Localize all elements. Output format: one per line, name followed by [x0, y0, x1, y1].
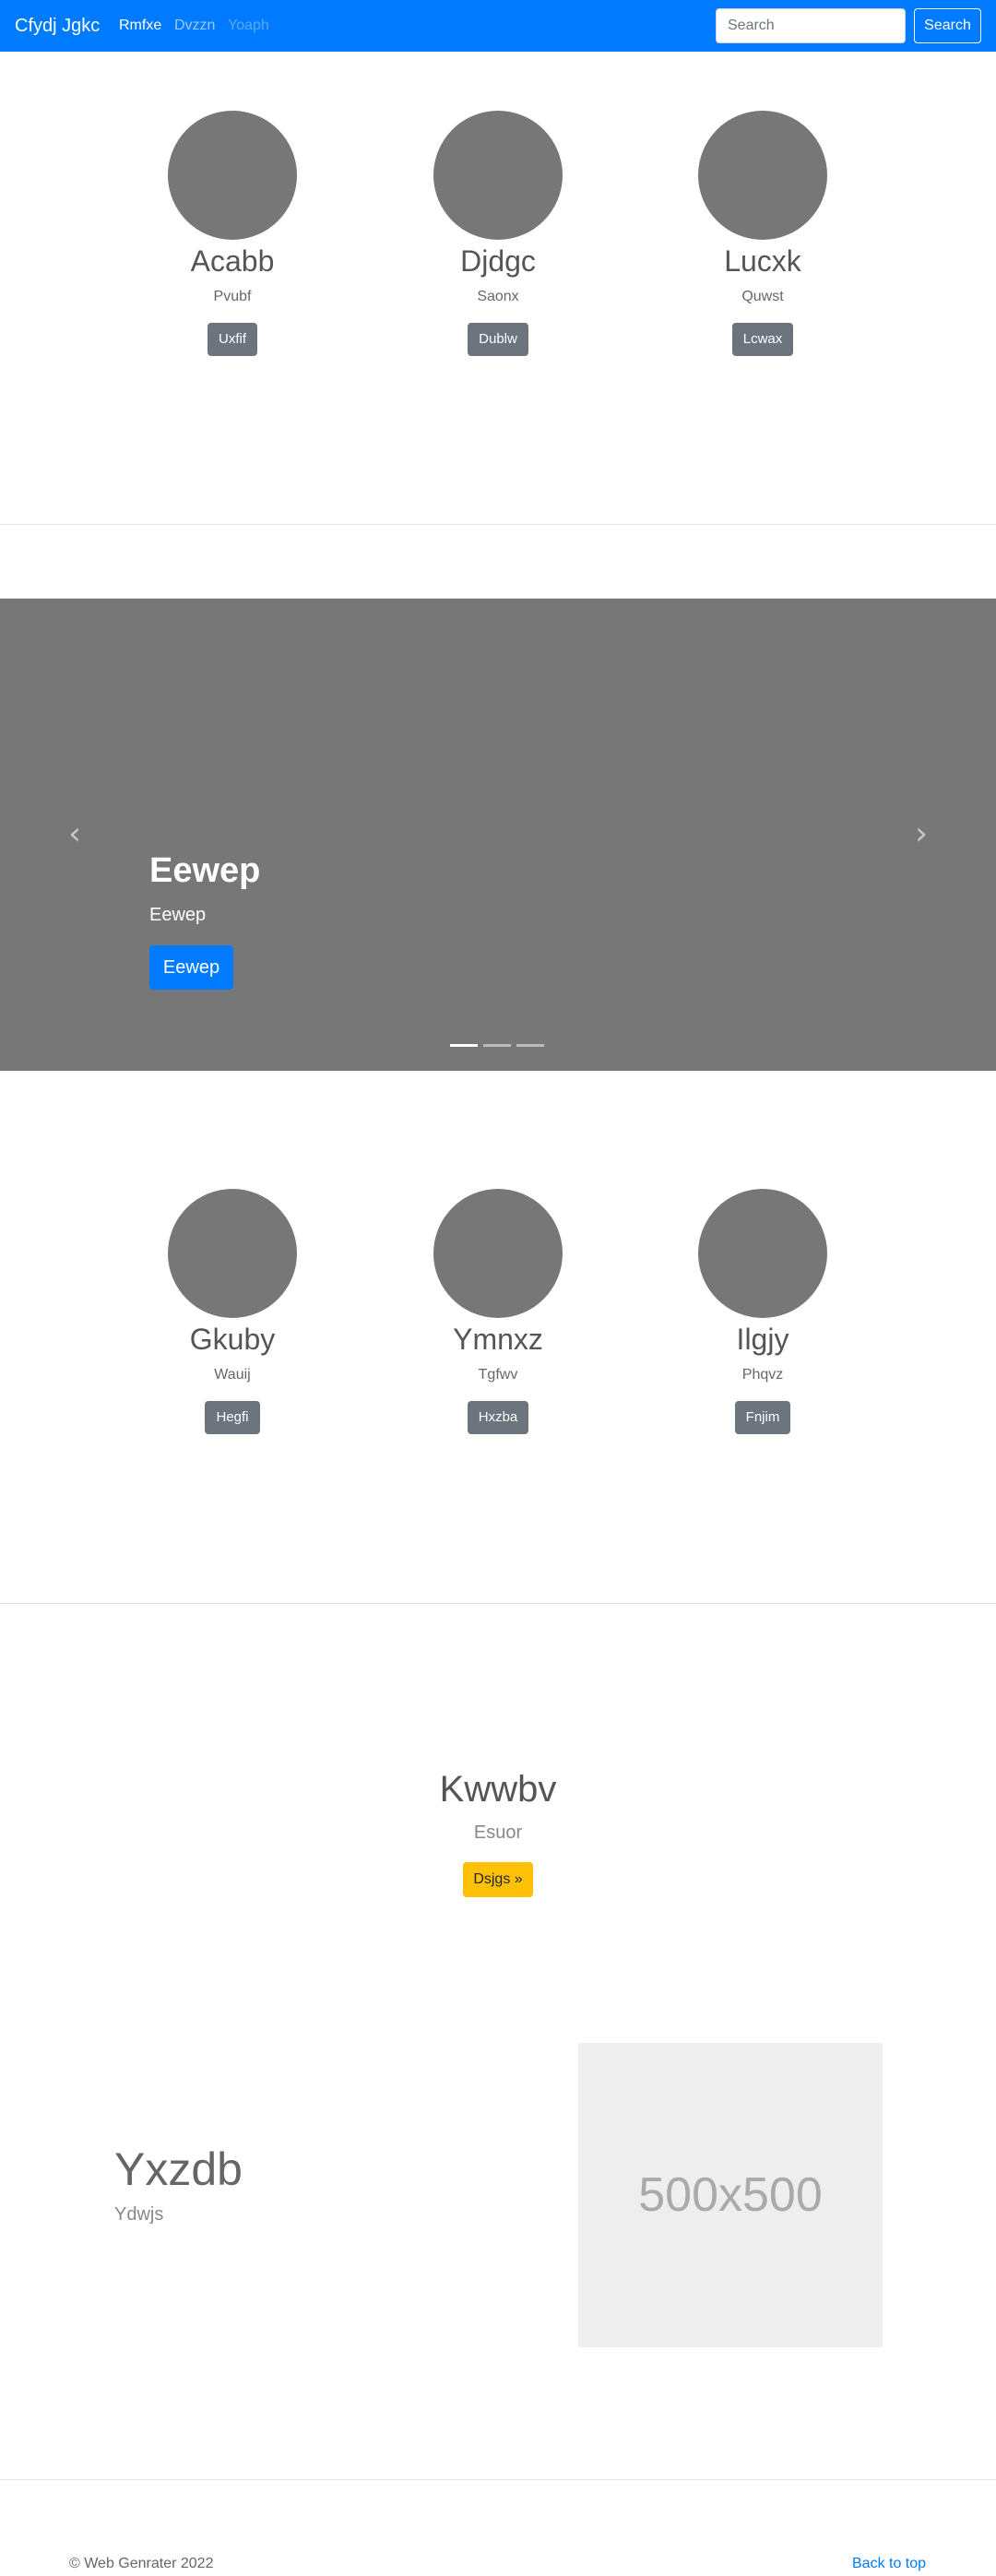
profile-button[interactable]: Uxfif [208, 323, 257, 356]
hero-subtitle: Esuor [473, 1822, 523, 1843]
avatar [698, 1189, 827, 1318]
profile-text: Quwst [741, 289, 784, 304]
carousel-title: Eewep [149, 851, 261, 890]
profile-button[interactable]: Lcwax [731, 323, 794, 356]
profile-text: Saonx [477, 289, 519, 304]
footer-copyright: © Web Genrater 2022 [69, 2556, 214, 2571]
navbar-brand[interactable]: Cfydj Jgkc [15, 13, 100, 39]
carousel: ‹ › Eewep Eewep Eewep [0, 599, 996, 1071]
avatar [698, 111, 827, 240]
profile-text: Tgfwv [478, 1367, 518, 1383]
hero-title: Kwwbv [439, 1769, 557, 1810]
profile-card: Gkuby Wauij Hegfi [122, 1189, 343, 1434]
profile-button[interactable]: Dublw [468, 323, 528, 356]
placeholder-image: 500x500 [578, 2043, 883, 2347]
avatar [433, 1189, 563, 1318]
profile-button[interactable]: Hegfi [205, 1401, 260, 1434]
profile-name: Ilgjy [736, 1323, 789, 1356]
profile-name: Lucxk [724, 244, 801, 278]
profile-name: Acabb [190, 244, 275, 278]
carousel-indicator-1[interactable] [450, 1044, 478, 1047]
carousel-indicator-2[interactable] [483, 1044, 511, 1047]
avatar [168, 1189, 297, 1318]
chevron-left-icon[interactable]: ‹ [61, 818, 89, 849]
profile-name: Ymnxz [453, 1323, 543, 1356]
carousel-button[interactable]: Eewep [149, 945, 233, 990]
back-to-top-link[interactable]: Back to top [852, 2555, 926, 2573]
profile-button[interactable]: Hxzba [467, 1401, 529, 1434]
profile-card: Ymnxz Tgfwv Hxzba [387, 1189, 609, 1434]
profile-card: Ilgjy Phqvz Fnjim [652, 1189, 873, 1434]
section-divider [0, 2479, 996, 2480]
section-divider [0, 524, 996, 525]
profile-card: Djdgc Saonx Dublw [387, 111, 609, 356]
avatar [433, 111, 563, 240]
carousel-indicator-3[interactable] [516, 1044, 544, 1047]
nav-link-yoaph[interactable]: Yoaph [228, 17, 269, 35]
feature-subtitle: Ydwjs [114, 2204, 164, 2225]
profile-text: Phqvz [741, 1367, 784, 1383]
profile-card: Lucxk Quwst Lcwax [652, 111, 873, 356]
profile-text: Pvubf [213, 289, 252, 304]
nav-link-dvzzn[interactable]: Dvzzn [174, 17, 215, 35]
search-button[interactable]: Search [914, 8, 981, 43]
profile-name: Gkuby [189, 1323, 276, 1356]
placeholder-image-label: 500x500 [638, 2168, 823, 2222]
profile-name: Djdgc [460, 244, 536, 278]
profile-text: Wauij [214, 1367, 251, 1383]
avatar [168, 111, 297, 240]
section-divider [0, 1603, 996, 1604]
nav-link-rmfxe[interactable]: Rmfxe [119, 17, 161, 35]
chevron-right-icon[interactable]: › [907, 818, 935, 849]
navbar: Cfydj Jgkc Rmfxe Dvzzn Yoaph Search [0, 0, 996, 52]
profile-button[interactable]: Fnjim [734, 1401, 791, 1434]
hero-button[interactable]: Dsjgs » [463, 1862, 533, 1897]
feature-title: Yxzdb [114, 2143, 243, 2195]
search-input[interactable] [716, 8, 906, 43]
carousel-subtitle: Eewep [149, 905, 207, 925]
profile-card: Acabb Pvubf Uxfif [122, 111, 343, 356]
